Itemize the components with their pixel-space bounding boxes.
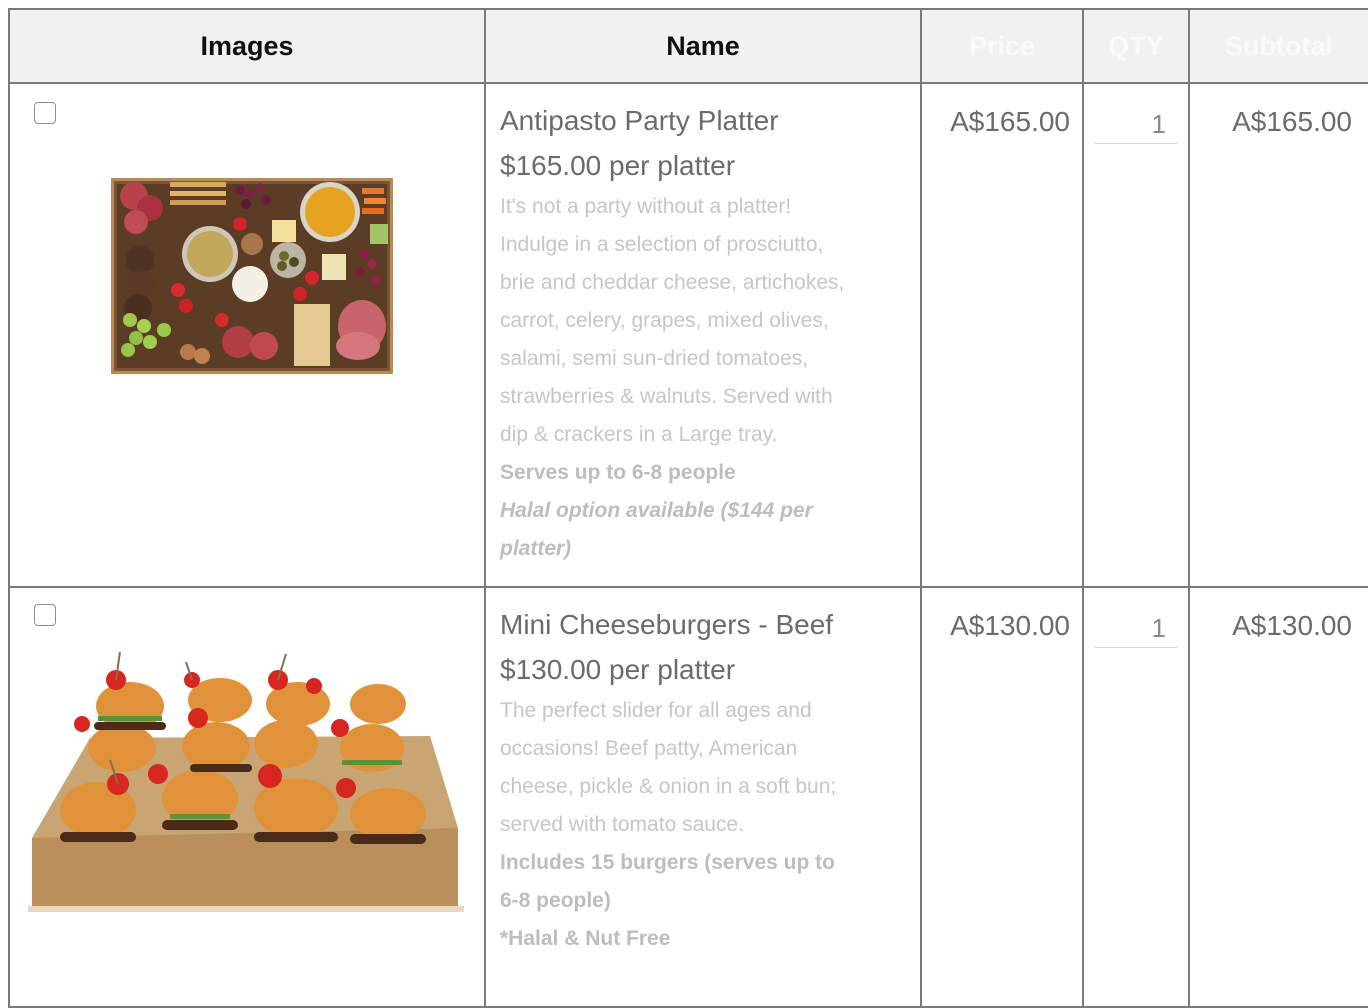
halal-nut-free-note: *Halal & Nut Free bbox=[500, 927, 671, 950]
product-unit-price: $165.00 per platter bbox=[500, 150, 736, 181]
header-qty: QTY bbox=[1082, 8, 1190, 84]
qty-cell bbox=[1082, 586, 1190, 1008]
qty-cell bbox=[1082, 82, 1190, 588]
product-description: It's not a party without a platter! Indu… bbox=[500, 195, 845, 446]
includes-note: Includes 15 burgers (serves up to 6-8 pe… bbox=[500, 851, 835, 912]
header-images: Images bbox=[8, 8, 486, 84]
price-cell: A$130.00 bbox=[920, 586, 1084, 1008]
qty-input[interactable] bbox=[1094, 610, 1178, 648]
header-name: Name bbox=[484, 8, 922, 84]
antipasto-platter-photo bbox=[111, 178, 393, 374]
serves-note: Serves up to 6-8 people bbox=[500, 461, 736, 484]
price-cell: A$165.00 bbox=[920, 82, 1084, 588]
table-row: Antipasto Party Platter $165.00 per plat… bbox=[8, 82, 1368, 588]
halal-note: Halal option available ($144 per platter… bbox=[500, 499, 813, 560]
product-unit-price: $130.00 per platter bbox=[500, 654, 736, 685]
header-price: Price bbox=[920, 8, 1084, 84]
product-name[interactable]: Antipasto Party Platter bbox=[500, 98, 906, 144]
product-name[interactable]: Mini Cheeseburgers - Beef bbox=[500, 602, 906, 648]
product-description: The perfect slider for all ages and occa… bbox=[500, 699, 837, 836]
cart-table: Images Name Price QTY Subtotal Antipasto… bbox=[8, 8, 1368, 1008]
name-cell: Antipasto Party Platter $165.00 per plat… bbox=[484, 82, 922, 588]
image-cell bbox=[8, 82, 486, 588]
table-row: Mini Cheeseburgers - Beef $130.00 per pl… bbox=[8, 586, 1368, 1008]
qty-input[interactable] bbox=[1094, 106, 1178, 144]
name-cell: Mini Cheeseburgers - Beef $130.00 per pl… bbox=[484, 586, 922, 1008]
header-subtotal: Subtotal bbox=[1188, 8, 1368, 84]
subtotal-cell: A$165.00 bbox=[1188, 82, 1368, 588]
subtotal-cell: A$130.00 bbox=[1188, 586, 1368, 1008]
image-cell bbox=[8, 586, 486, 1008]
cheeseburger-platter-photo bbox=[28, 651, 464, 912]
table-header-row: Images Name Price QTY Subtotal bbox=[8, 8, 1368, 84]
